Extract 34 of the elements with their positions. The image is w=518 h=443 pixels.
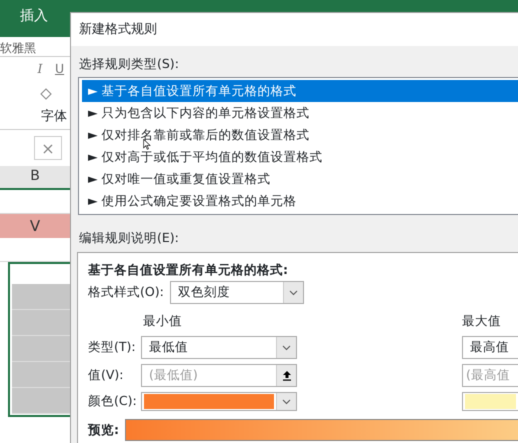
color-select[interactable] <box>462 392 518 411</box>
section-label: 编辑规则说明(E): <box>78 228 180 247</box>
underline-button[interactable]: U <box>54 60 64 78</box>
rule-type-item[interactable]: ► 基于各自值设置所有单元格的格式 <box>82 80 518 102</box>
ribbon-group-label: 字体 <box>40 108 68 126</box>
column-header-label: 最大值 <box>462 312 502 330</box>
column-header[interactable]: B <box>0 166 70 190</box>
caret-icon[interactable] <box>282 344 291 350</box>
preview-label: 预览: <box>88 420 119 439</box>
column-header-label: 最小值 <box>142 312 183 330</box>
field-label: 类型(T): <box>88 338 137 356</box>
rule-type-item[interactable]: ► 仅对排名靠前或靠后的数值设置格式 <box>82 124 518 146</box>
table-cell: V <box>0 214 70 238</box>
dialog-title: 新建格式规则 <box>71 13 518 46</box>
field-label: 颜色(C): <box>88 392 138 410</box>
rule-type-item[interactable]: ► 仅对高于或低于平均值的数值设置格式 <box>82 146 518 168</box>
cancel-button[interactable]: × <box>34 136 62 160</box>
rule-type-item[interactable]: ► 仅对唯一值或重复值设置格式 <box>82 168 518 190</box>
color-select[interactable] <box>141 392 297 411</box>
type-select[interactable]: 最高值 <box>462 336 518 359</box>
rule-heading: 基于各自值设置所有单元格的格式: <box>88 260 289 278</box>
rule-type-item[interactable]: ► 只为包含以下内容的单元格设置格式 <box>82 102 518 124</box>
rule-type-item[interactable]: ► 使用公式确定要设置格式的单元格 <box>82 190 518 212</box>
field-label: 格式样式(O): <box>88 283 164 302</box>
collapse-icon[interactable] <box>282 370 292 381</box>
style-select[interactable]: 双色刻度 <box>170 281 304 304</box>
caret-icon[interactable] <box>289 290 298 296</box>
italic-button[interactable]: I <box>38 60 42 78</box>
cursor-icon <box>143 139 151 150</box>
field-label: 值(V): <box>88 366 125 384</box>
type-select[interactable]: 最低值 <box>141 336 297 359</box>
caret-icon[interactable] <box>282 398 291 404</box>
section-label: 选择规则类型(S): <box>78 55 180 73</box>
ribbon-tab[interactable]: 插入 <box>20 6 48 37</box>
